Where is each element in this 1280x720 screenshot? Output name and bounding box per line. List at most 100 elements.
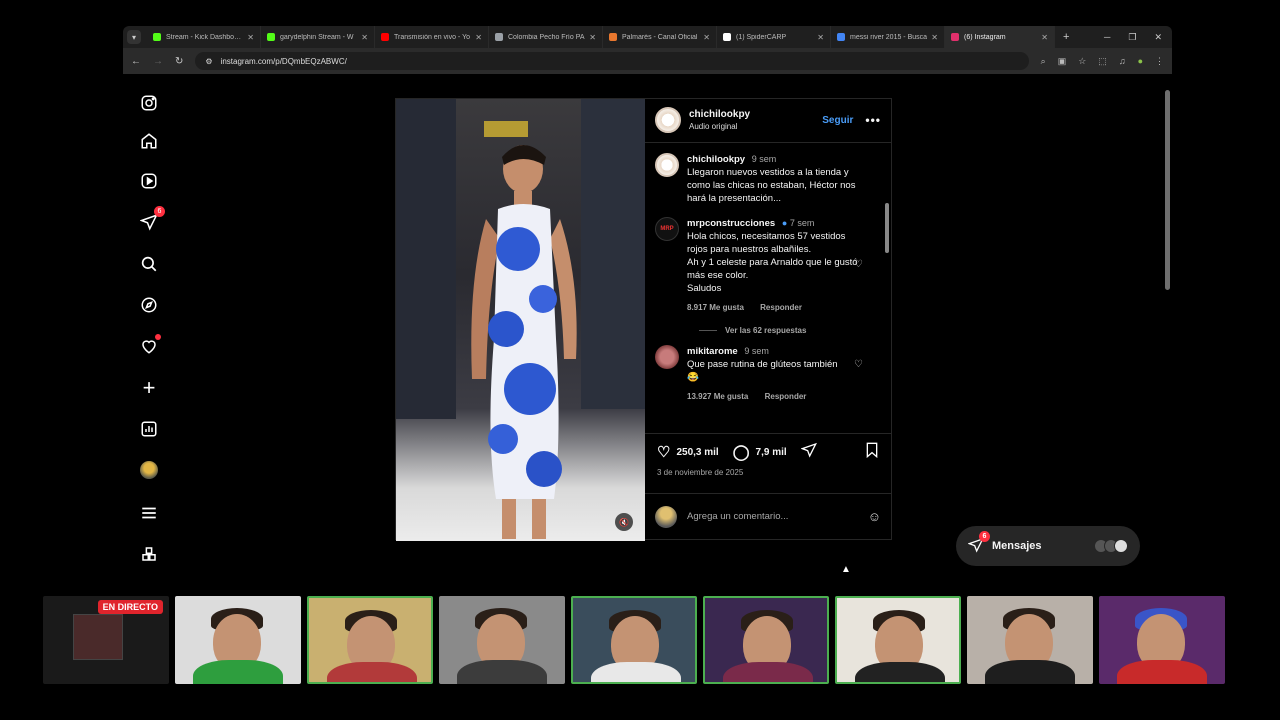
instagram-logo-icon[interactable] (139, 93, 159, 113)
comments-scrollbar[interactable] (885, 202, 889, 253)
messages-button[interactable]: 6 Mensajes (956, 526, 1140, 566)
tab-favicon-icon (495, 33, 503, 41)
explore-compass-icon[interactable] (139, 295, 159, 315)
live-badge: EN DIRECTO (97, 600, 163, 614)
tab-close-icon[interactable]: ✕ (361, 33, 368, 42)
comment-likes[interactable]: 8.917 Me gusta (687, 303, 744, 312)
more-menu-icon[interactable] (139, 503, 159, 523)
reels-icon[interactable] (139, 171, 159, 191)
reload-icon[interactable]: ↻ (175, 56, 183, 67)
profile-icon[interactable]: ● (1138, 56, 1143, 67)
direct-messages-icon[interactable]: 6 (139, 206, 165, 232)
minimize-icon[interactable]: ─ (1104, 32, 1110, 43)
home-icon[interactable] (139, 131, 159, 151)
audio-link[interactable]: Audio original (689, 122, 822, 131)
participant-shirt (327, 662, 417, 682)
meta-apps-icon[interactable] (139, 544, 159, 564)
participant-shirt (1117, 660, 1207, 684)
zoom-icon[interactable]: ⌕ (1041, 56, 1046, 67)
caption-username[interactable]: chichilookpy (687, 154, 745, 165)
page-scrollbar[interactable] (1165, 82, 1170, 582)
profile-avatar-icon[interactable] (139, 460, 159, 480)
background-box (484, 121, 528, 137)
tab-close-icon[interactable]: ✕ (475, 33, 482, 42)
browser-tab[interactable]: Stream - Kick Dashboard ✕ (147, 26, 261, 48)
post-video[interactable]: 🔇 (396, 99, 645, 541)
notifications-heart-icon[interactable] (139, 334, 161, 356)
back-icon[interactable]: ← (131, 56, 141, 67)
tab-search-icon[interactable]: ▾ (127, 30, 141, 44)
comment-likes[interactable]: 13.927 Me gusta (687, 392, 748, 401)
media-icon[interactable]: ♫ (1119, 56, 1126, 67)
more-options-icon[interactable]: ••• (865, 113, 881, 127)
forward-icon[interactable]: → (153, 56, 163, 67)
save-bookmark-icon[interactable] (865, 442, 879, 462)
mute-icon[interactable]: 🔇 (615, 513, 633, 531)
tab-title: garydelphin Stream - W (280, 33, 354, 41)
messages-badge: 6 (979, 530, 990, 542)
tab-favicon-icon (723, 33, 731, 41)
tab-close-icon[interactable]: ✕ (589, 33, 596, 42)
close-window-icon[interactable]: ✕ (1154, 32, 1162, 43)
extensions-icon[interactable]: ⬚ (1098, 56, 1107, 67)
like-heart-icon[interactable]: ♡ (657, 443, 670, 461)
comment-username[interactable]: mrpconstrucciones (687, 218, 775, 229)
caption-text: Llegaron nuevos vestidos a la tienda y c… (687, 166, 856, 204)
create-plus-icon[interactable]: + (139, 375, 159, 400)
address-bar-row: ← → ↻ ⚙ instagram.com/p/DQmbEQzABWC/ ⌕ ▣… (123, 48, 1172, 74)
browser-tab[interactable]: Colombia Pecho Frío PA ✕ (489, 26, 603, 48)
share-icon[interactable] (800, 442, 817, 462)
bookmark-star-icon[interactable]: ☆ (1078, 56, 1086, 67)
page-scroll-thumb[interactable] (1165, 90, 1170, 290)
comment-line: 😂 (687, 371, 699, 383)
browser-tab[interactable]: Transmisión en vivo - Yo ✕ (375, 26, 489, 48)
tab-close-icon[interactable]: ✕ (703, 33, 710, 42)
site-info-icon[interactable]: ⚙ (205, 57, 212, 66)
background-shelf (396, 99, 456, 419)
cast-icon[interactable]: ▣ (1058, 56, 1067, 67)
follow-button[interactable]: Seguir (822, 115, 853, 126)
comment-bubble-icon[interactable]: ◯ (733, 443, 750, 461)
browser-tab[interactable]: Palmarés - Canal Oficial ✕ (603, 26, 717, 48)
url-field[interactable]: ⚙ instagram.com/p/DQmbEQzABWC/ (195, 52, 1029, 70)
dashboard-chart-icon[interactable] (139, 419, 159, 439)
browser-tab[interactable]: (6) Instagram ✕ (945, 26, 1055, 48)
reply-button[interactable]: Responder (765, 392, 807, 401)
comment-item: MRP mrpconstrucciones ● 7 sem Hola chico… (655, 216, 881, 314)
comment-time: 9 sem (744, 345, 769, 356)
browser-menu-icon[interactable]: ⋮ (1155, 56, 1164, 67)
browser-tab[interactable]: messi river 2015 - Busca ✕ (831, 26, 945, 48)
comment-username[interactable]: mikitarome (687, 346, 738, 357)
browser-tab[interactable]: (1) SpiderCARP ✕ (717, 26, 831, 48)
tab-favicon-icon (951, 33, 959, 41)
search-icon[interactable] (139, 254, 159, 274)
url-text: instagram.com/p/DQmbEQzABWC/ (220, 56, 347, 66)
verified-badge-icon: ● (781, 217, 788, 228)
tab-close-icon[interactable]: ✕ (247, 33, 254, 42)
comment-line: Ah y 1 celeste para Arnaldo que le gustó… (687, 256, 858, 281)
comments-list[interactable]: chichilookpy 9 sem Llegaron nuevos vesti… (645, 143, 891, 434)
tab-favicon-icon (267, 33, 275, 41)
maximize-icon[interactable]: ❐ (1128, 32, 1136, 43)
participant-camera (571, 596, 697, 684)
comment-input[interactable]: Agrega un comentario... (687, 511, 788, 522)
browser-tab[interactable]: garydelphin Stream - W ✕ (261, 26, 375, 48)
comment-like-heart-icon[interactable]: ♡ (854, 259, 863, 270)
commenter-avatar[interactable]: MRP (655, 216, 679, 241)
tab-close-icon[interactable]: ✕ (1041, 33, 1048, 42)
comment-like-heart-icon[interactable]: ♡ (854, 359, 863, 370)
likes-count[interactable]: 250,3 mil (676, 447, 718, 458)
author-avatar[interactable] (655, 107, 681, 134)
reply-button[interactable]: Responder (760, 303, 802, 312)
commenter-avatar[interactable] (655, 344, 679, 369)
participant-shirt (193, 660, 283, 684)
tab-title: messi river 2015 - Busca (850, 33, 928, 41)
caption-avatar[interactable] (655, 152, 679, 177)
comments-count: 7,9 mil (755, 446, 787, 458)
tab-close-icon[interactable]: ✕ (931, 33, 938, 42)
view-replies-button[interactable]: Ver las 62 respuestas (699, 326, 881, 335)
tab-close-icon[interactable]: ✕ (817, 33, 824, 42)
emoji-icon[interactable]: ☺ (868, 509, 881, 524)
author-username[interactable]: chichilookpy (689, 109, 822, 120)
new-tab-button[interactable]: + (1063, 31, 1069, 43)
